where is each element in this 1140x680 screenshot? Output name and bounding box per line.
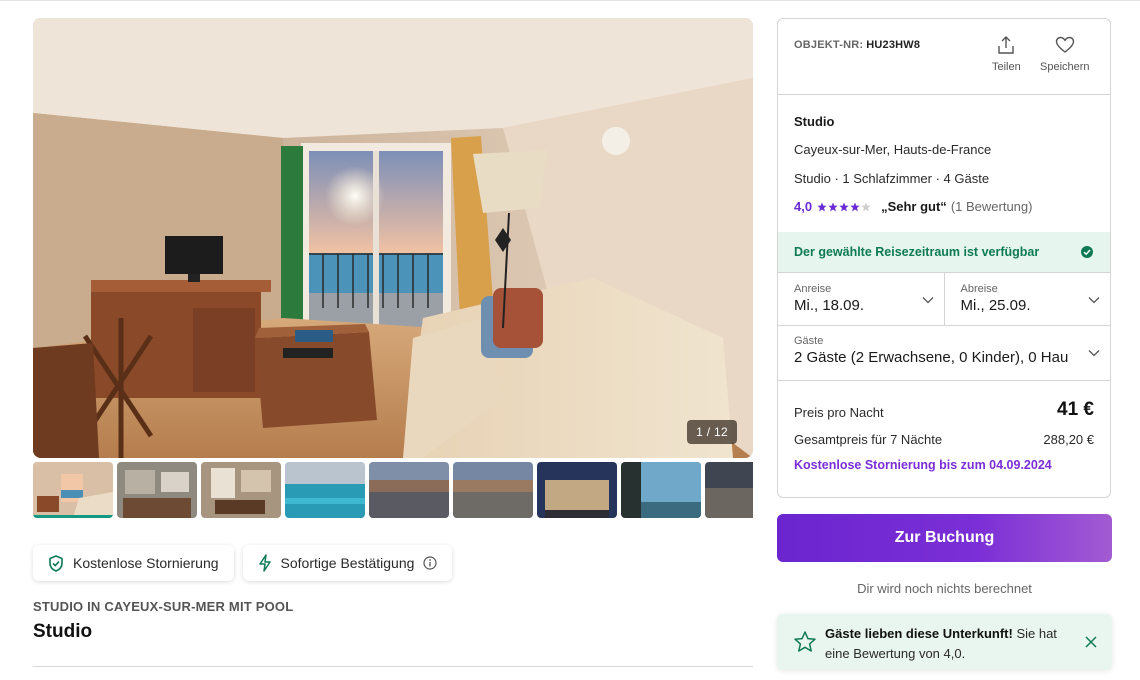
toast-title: Gäste lieben diese Unterkunft!: [825, 626, 1013, 641]
share-label: Teilen: [992, 61, 1021, 73]
card-header: OBJEKT-NR: HU23HW8 Teilen Speichern: [778, 19, 1110, 95]
thumbnail[interactable]: [705, 462, 753, 518]
total-price-label: Gesamtpreis für 7 Nächte: [794, 432, 943, 447]
price-summary: Preis pro Nacht 41 € Gesamtpreis für 7 N…: [778, 381, 1110, 497]
star-icon: [817, 202, 827, 211]
guest-love-toast: Gäste lieben diese Unterkunft! Sie hat e…: [777, 614, 1112, 670]
arrival-label: Anreise: [794, 283, 832, 295]
object-number-value: HU23HW8: [866, 39, 921, 51]
guests-label: Gäste: [794, 335, 824, 347]
arrival-field[interactable]: Anreise Mi., 18.09.: [778, 273, 944, 325]
chevron-down-icon: [1088, 297, 1100, 304]
thumbnail[interactable]: [285, 462, 365, 518]
instant-confirmation-badge: Sofortige Bestätigung: [242, 545, 453, 581]
shield-check-icon: [49, 554, 63, 572]
save-button[interactable]: Speichern: [1040, 35, 1090, 73]
guests-field[interactable]: Gäste 2 Gäste (2 Erwachsene, 0 Kinder), …: [778, 326, 1110, 381]
free-cancellation-label: Kostenlose Stornierung: [73, 555, 219, 571]
image-counter: 1 / 12: [687, 420, 737, 444]
booking-card: OBJEKT-NR: HU23HW8 Teilen Speichern Studi…: [777, 18, 1111, 498]
instant-confirmation-label: Sofortige Bestätigung: [280, 555, 415, 571]
feature-badges: Kostenlose Stornierung Sofortige Bestäti…: [33, 545, 453, 581]
arrival-value: Mi., 18.09.: [794, 297, 865, 314]
property-name: Studio: [794, 114, 835, 129]
thumbnail[interactable]: [201, 462, 281, 518]
main-photo[interactable]: 1 / 12: [33, 18, 753, 458]
departure-field[interactable]: Abreise Mi., 25.09.: [943, 273, 1111, 325]
availability-banner: Der gewählte Reisezeitraum ist verfügbar: [778, 232, 1110, 272]
property-info: Studio Cayeux-sur-Mer, Hauts-de-France S…: [778, 95, 1110, 232]
departure-label: Abreise: [960, 283, 998, 295]
star-icon: [828, 202, 838, 211]
star-outline-icon: [794, 631, 816, 652]
star-empty-icon: [861, 202, 871, 211]
thumbnail-strip[interactable]: [33, 462, 753, 518]
book-button[interactable]: Zur Buchung: [777, 514, 1112, 562]
info-icon[interactable]: [423, 556, 438, 570]
save-label: Speichern: [1040, 61, 1090, 73]
thumbnail[interactable]: [621, 462, 701, 518]
object-number-label: OBJEKT-NR:: [794, 39, 864, 51]
chevron-down-icon: [922, 297, 933, 304]
top-divider: [0, 0, 1140, 1]
price-per-night-value: 41 €: [1057, 399, 1094, 420]
thumbnail[interactable]: [33, 462, 113, 518]
free-cancellation-badge: Kostenlose Stornierung: [33, 545, 234, 581]
listing-title: Studio: [33, 621, 93, 642]
property-location: Cayeux-sur-Mer, Hauts-de-France: [794, 142, 992, 157]
heart-icon: [1055, 36, 1074, 53]
date-selector: Anreise Mi., 18.09. Abreise Mi., 25.09.: [778, 272, 1110, 326]
star-icon: [850, 202, 860, 211]
lightning-icon: [258, 554, 271, 572]
share-icon: [998, 36, 1015, 54]
listing-subtitle: STUDIO IN CAYEUX-SUR-MER MIT POOL: [33, 599, 294, 614]
thumbnail[interactable]: [453, 462, 533, 518]
close-icon[interactable]: [1084, 635, 1098, 649]
star-icon: [839, 202, 849, 211]
toast-message: Gäste lieben diese Unterkunft! Sie hat e…: [825, 624, 1075, 664]
total-price-value: 288,20 €: [1043, 432, 1094, 447]
thumbnail[interactable]: [117, 462, 197, 518]
chevron-down-icon: [1088, 350, 1100, 357]
no-charge-note: Dir wird noch nichts berechnet: [857, 581, 1032, 596]
check-circle-icon: [1081, 246, 1093, 258]
rating-stars: [817, 202, 871, 212]
rating-count: (1 Bewertung): [950, 199, 1033, 214]
object-number: OBJEKT-NR: HU23HW8: [794, 39, 920, 51]
rating-quote: „Sehr gut“: [881, 199, 947, 214]
rating-row: 4,0 „Sehr gut“ (1 Bewertung): [794, 199, 1032, 214]
departure-value: Mi., 25.09.: [960, 297, 1031, 314]
share-button[interactable]: Teilen: [992, 35, 1021, 73]
guests-value: 2 Gäste (2 Erwachsene, 0 Kinder), 0 Hau: [794, 349, 1069, 366]
property-facts: Studio · 1 Schlafzimmer · 4 Gäste: [794, 171, 990, 186]
availability-text: Der gewählte Reisezeitraum ist verfügbar: [794, 245, 1040, 259]
section-divider: [33, 666, 753, 667]
thumbnail[interactable]: [537, 462, 617, 518]
thumbnail[interactable]: [369, 462, 449, 518]
rating-score: 4,0: [794, 199, 813, 214]
price-per-night-label: Preis pro Nacht: [794, 405, 884, 420]
free-cancellation-note: Kostenlose Stornierung bis zum 04.09.202…: [794, 458, 1052, 472]
